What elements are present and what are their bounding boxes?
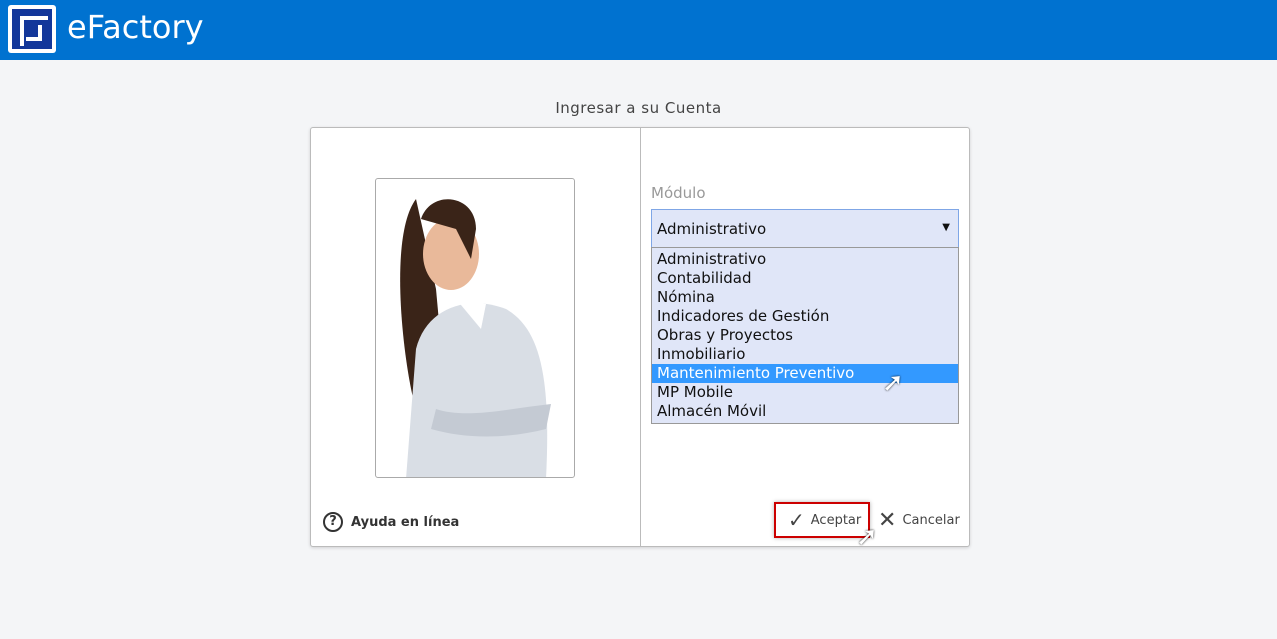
cancel-label: Cancelar bbox=[902, 512, 960, 528]
module-option[interactable]: Inmobiliario bbox=[652, 345, 958, 364]
divider bbox=[640, 128, 641, 546]
check-icon: ✓ bbox=[788, 508, 805, 532]
module-option-highlighted[interactable]: Mantenimiento Preventivo bbox=[652, 364, 958, 383]
help-label: Ayuda en línea bbox=[351, 514, 460, 530]
app-header: eFactory bbox=[0, 0, 1277, 60]
cancel-button[interactable]: ✕ Cancelar bbox=[878, 502, 960, 538]
online-help-link[interactable]: ? Ayuda en línea bbox=[323, 512, 459, 532]
module-option[interactable]: Indicadores de Gestión bbox=[652, 307, 958, 326]
accept-label: Aceptar bbox=[810, 512, 862, 528]
module-option[interactable]: Nómina bbox=[652, 288, 958, 307]
mouse-cursor-icon: ➚ bbox=[882, 368, 904, 398]
user-photo bbox=[375, 178, 575, 478]
brand-name: eFactory bbox=[67, 8, 204, 46]
module-label: Módulo bbox=[651, 184, 706, 202]
module-option[interactable]: MP Mobile bbox=[652, 383, 958, 402]
module-option[interactable]: Administrativo bbox=[652, 250, 958, 269]
module-option[interactable]: Almacén Móvil bbox=[652, 402, 958, 421]
page-title: Ingresar a su Cuenta bbox=[555, 99, 722, 117]
mouse-cursor-icon: ➚ bbox=[856, 522, 878, 552]
help-icon: ? bbox=[323, 512, 343, 532]
close-icon: ✕ bbox=[878, 507, 897, 533]
efactory-logo-icon bbox=[8, 5, 56, 53]
dropdown-arrow-icon: ▼ bbox=[942, 222, 950, 233]
module-selected-value: Administrativo bbox=[657, 220, 767, 238]
module-options-list[interactable]: Administrativo Contabilidad Nómina Indic… bbox=[651, 247, 959, 424]
login-card: ? Ayuda en línea Módulo Administrativo ▼… bbox=[310, 127, 970, 547]
module-option[interactable]: Obras y Proyectos bbox=[652, 326, 958, 345]
module-option[interactable]: Contabilidad bbox=[652, 269, 958, 288]
module-select[interactable]: Administrativo ▼ bbox=[651, 209, 959, 248]
